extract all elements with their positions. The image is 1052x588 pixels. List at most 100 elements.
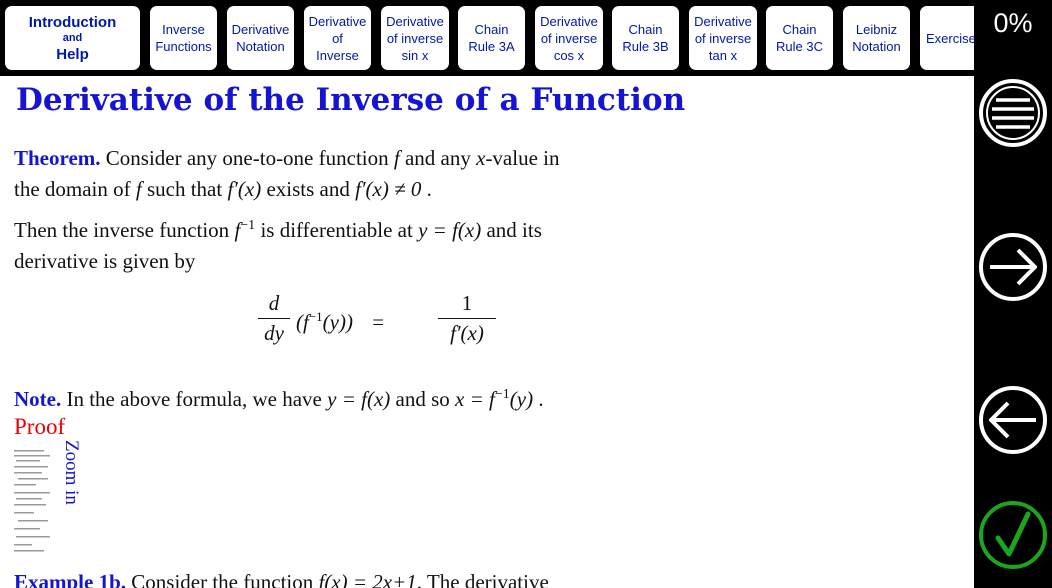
tab-chain-rule-3b[interactable]: Chain Rule 3B — [612, 6, 679, 70]
check-answer-button[interactable] — [978, 500, 1048, 570]
tab-label: and — [62, 31, 83, 44]
math-y-eq: y = f(x) — [327, 387, 391, 411]
tab-label: sin x — [401, 47, 429, 63]
tab-introduction-help[interactable]: Introduction and Help — [5, 6, 140, 70]
proof-link[interactable]: Proof — [14, 414, 65, 440]
tab-label: of inverse — [540, 30, 598, 46]
theorem-text: -value in — [485, 146, 560, 170]
math-y: (y) — [509, 387, 534, 411]
theorem-text: the domain of — [14, 177, 136, 201]
math-fprime: f′(x) — [227, 177, 262, 201]
math-y-eq: y = f(x) — [418, 218, 482, 242]
previous-page-button[interactable] — [978, 385, 1048, 455]
tab-label: Rule 3A — [468, 39, 515, 54]
formula-den: dy — [264, 321, 284, 345]
page-title: Derivative of the Inverse of a Function — [16, 82, 686, 118]
example-text: Consider the function — [126, 570, 319, 588]
tab-label: of inverse — [694, 30, 752, 46]
theorem-text: Consider any one-to-one function — [100, 146, 394, 170]
tab-label: of — [332, 30, 343, 46]
tab-label: Help — [56, 45, 89, 63]
formula-equals: = — [372, 310, 385, 334]
tab-label: Derivative — [694, 13, 752, 29]
arrow-left-icon — [979, 386, 1047, 454]
tab-label: tan x — [708, 47, 738, 63]
tab-label: Chain — [474, 22, 509, 37]
tab-label: Notation — [852, 39, 901, 54]
formula-num: 1 — [461, 291, 473, 315]
proof-thumbnail[interactable] — [14, 446, 54, 556]
example-paragraph: Example 1b. Consider the function f(x) =… — [14, 570, 549, 588]
menu-icon — [979, 79, 1047, 147]
math-example-eq: f(x) = 2x+1 — [318, 570, 417, 588]
arrow-right-icon — [979, 233, 1047, 301]
fraction-bar — [258, 318, 290, 319]
tab-label: Rule 3B — [622, 39, 669, 54]
math-sup: −1 — [494, 387, 510, 402]
progress-percentage: 0% — [993, 8, 1033, 38]
note-text: and so — [390, 387, 456, 411]
formula-sup: −1 — [308, 309, 323, 324]
note-text: In the above formula, we have — [61, 387, 328, 411]
page-content: Derivative of the Inverse of a Function … — [0, 76, 974, 588]
formula-lhs: (f−1(y)) = — [296, 309, 384, 335]
tab-leibniz-notation[interactable]: Leibniz Notation — [843, 6, 910, 70]
tab-derivative-of-inverse[interactable]: Derivative of Inverse — [304, 6, 371, 70]
tab-label: of inverse — [386, 30, 444, 46]
theorem-label: Theorem. — [14, 146, 101, 170]
tab-label: Rule 3C — [776, 39, 823, 54]
tab-inverse-functions[interactable]: Inverse Functions — [150, 6, 217, 70]
checkmark-icon — [979, 501, 1047, 569]
tab-label: Exercise — [926, 30, 974, 46]
formula-rhs: 1 f′(x) — [438, 291, 496, 346]
formula-den: f′(x) — [450, 321, 484, 345]
derivative-formula: d dy (f−1(y)) = 1 f′(x) — [258, 291, 518, 361]
math-sup: −1 — [240, 218, 256, 233]
tab-label: Functions — [155, 39, 212, 54]
tab-derivative-inverse-tan[interactable]: Derivative of inverse tan x — [689, 6, 757, 70]
example-label: Example 1b. — [14, 570, 127, 588]
theorem-text: . — [421, 177, 432, 201]
tab-exercises[interactable]: Exercise — [920, 6, 974, 70]
tab-label: Chain — [782, 22, 817, 37]
note-text: . — [533, 387, 544, 411]
math-x-eq: x = f — [455, 387, 495, 411]
tab-label: Notation — [236, 39, 285, 54]
theorem-paragraph: Theorem. Consider any one-to-one functio… — [14, 143, 754, 205]
note-label: Note. — [14, 387, 62, 411]
topic-tab-bar: Introduction and Help Inverse Functions … — [0, 0, 974, 76]
body-text: and its — [481, 218, 542, 242]
theorem-text: and any — [399, 146, 477, 170]
tab-label: Inverse — [316, 47, 359, 63]
conclusion-paragraph: Then the inverse function f−1 is differe… — [14, 210, 754, 277]
tab-label: Inverse — [162, 22, 205, 37]
formula-num: d — [268, 291, 280, 315]
tab-label: cos x — [553, 47, 585, 63]
formula-lhs-f: (f — [296, 310, 309, 334]
theorem-text: such that — [141, 177, 228, 201]
formula-d-dy: d dy — [258, 291, 290, 346]
menu-button[interactable] — [978, 78, 1048, 148]
fraction-bar — [438, 318, 496, 319]
tab-label: Derivative — [540, 13, 598, 29]
body-text: derivative is given by — [14, 249, 196, 273]
theorem-text: exists and — [261, 177, 356, 201]
tab-label: Leibniz — [855, 22, 898, 37]
tab-derivative-inverse-cos[interactable]: Derivative of inverse cos x — [535, 6, 603, 70]
example-text: . The derivative — [416, 570, 549, 588]
next-page-button[interactable] — [978, 232, 1048, 302]
tab-label: Introduction — [28, 13, 117, 31]
tab-label: Derivative — [308, 13, 367, 29]
formula-lhs-end: (y)) — [322, 310, 353, 334]
body-text: is differentiable at — [255, 218, 419, 242]
tab-chain-rule-3a[interactable]: Chain Rule 3A — [458, 6, 525, 70]
note-paragraph: Note. In the above formula, we have y = … — [14, 379, 754, 415]
tab-chain-rule-3c[interactable]: Chain Rule 3C — [766, 6, 833, 70]
body-text: Then the inverse function — [14, 218, 235, 242]
tab-derivative-notation[interactable]: Derivative Notation — [227, 6, 294, 70]
zoom-in-link[interactable]: Zoom in — [60, 440, 82, 505]
tab-label: Derivative — [231, 22, 290, 37]
tab-label: Derivative — [386, 13, 444, 29]
tab-label: Chain — [628, 22, 663, 37]
tab-derivative-inverse-sin[interactable]: Derivative of inverse sin x — [381, 6, 449, 70]
